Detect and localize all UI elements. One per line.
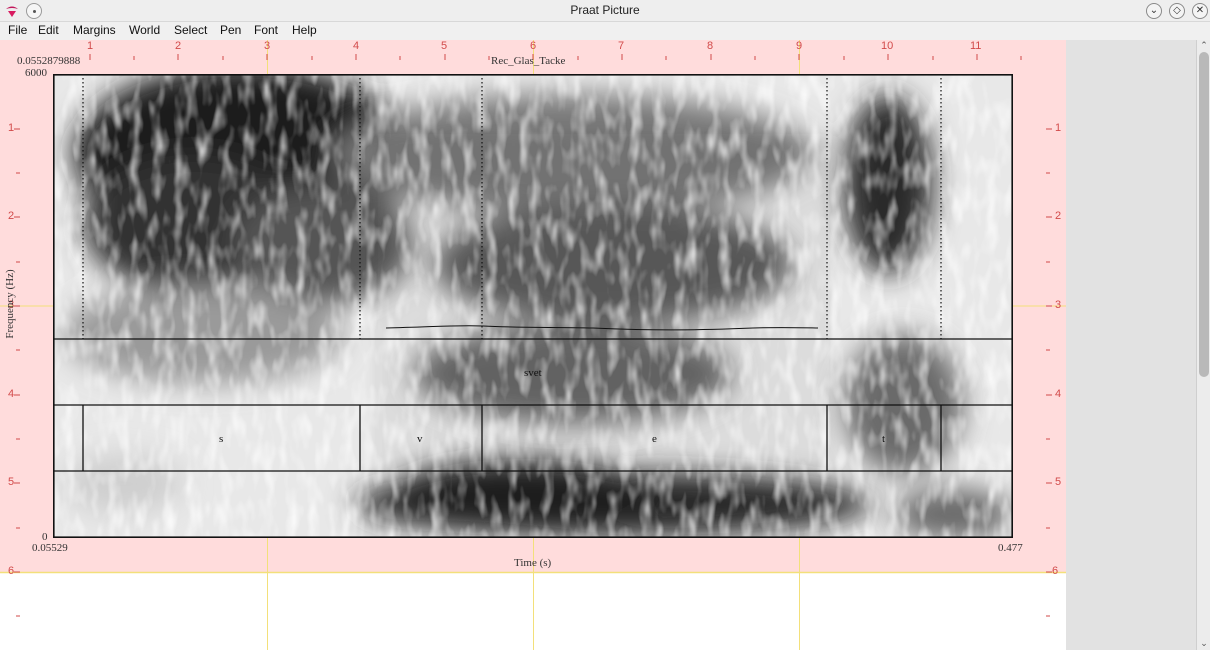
word-tier-label: svet xyxy=(524,367,542,379)
minimize-icon[interactable]: ⌄ xyxy=(1146,3,1162,19)
phone-label-s: s xyxy=(219,433,224,445)
vertical-scrollbar[interactable]: ⌃ ⌄ xyxy=(1196,40,1210,650)
canvas-background-gray xyxy=(1066,40,1196,650)
menu-pen[interactable]: Pen xyxy=(220,23,241,37)
spectrogram xyxy=(53,74,1013,538)
menu-file[interactable]: File xyxy=(8,23,27,37)
figure-title: Rec_Glas_Tacke xyxy=(491,55,566,67)
picture-canvas[interactable]: 1 2 3 4 5 6 7 8 9 10 11 1 2 3 4 5 6 1 2 … xyxy=(0,40,1066,650)
phone-label-t: t xyxy=(882,433,886,445)
x-start-label: 0.05529 xyxy=(32,542,68,554)
menu-margins[interactable]: Margins xyxy=(73,23,116,37)
menu-select[interactable]: Select xyxy=(174,23,207,37)
scroll-thumb[interactable] xyxy=(1199,52,1209,377)
menu-world[interactable]: World xyxy=(129,23,160,37)
menu-font[interactable]: Font xyxy=(254,23,278,37)
phone-label-v: v xyxy=(417,433,423,445)
phone-label-e: e xyxy=(652,433,657,445)
menu-help[interactable]: Help xyxy=(292,23,317,37)
menu-edit[interactable]: Edit xyxy=(38,23,59,37)
y-axis-label: Frequency (Hz) xyxy=(4,269,16,339)
maximize-icon[interactable]: ◇ xyxy=(1169,3,1185,19)
x-axis-label: Time (s) xyxy=(514,557,552,569)
x-end-label: 0.477 xyxy=(998,542,1023,554)
close-icon[interactable]: ✕ xyxy=(1192,3,1208,19)
scroll-up-icon[interactable]: ⌃ xyxy=(1199,40,1209,50)
freq-max-label: 6000 xyxy=(25,67,47,79)
spectrogram-area[interactable]: svet s v e t xyxy=(53,74,1013,538)
menu-bar: File Edit Margins World Select Pen Font … xyxy=(0,22,1210,40)
window-title: Praat Picture xyxy=(570,3,640,17)
scroll-down-icon[interactable]: ⌄ xyxy=(1199,638,1209,648)
time-start-label: 0.0552879888 xyxy=(17,55,81,67)
title-bar: Praat Picture ⌄ ◇ ✕ xyxy=(0,0,1210,22)
